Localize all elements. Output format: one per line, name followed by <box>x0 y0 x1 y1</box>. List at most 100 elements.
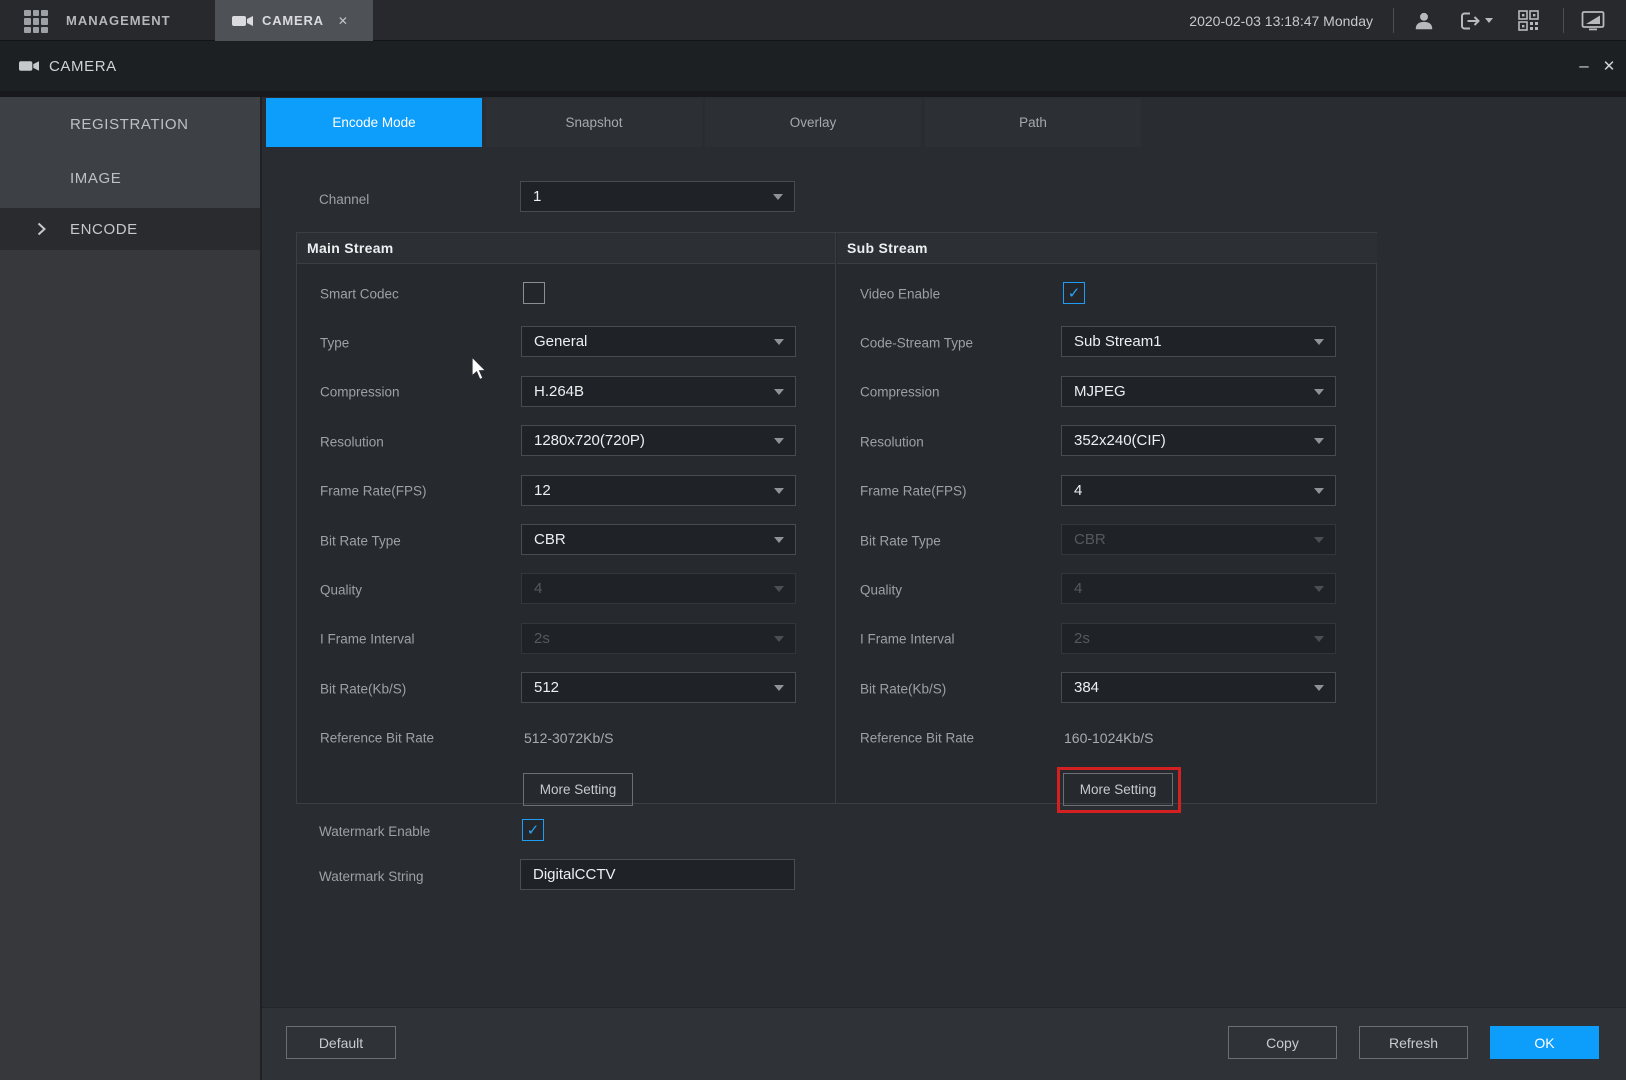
field-row-i-frame-interval: I Frame Interval2s <box>297 615 835 664</box>
more-setting-button[interactable]: More Setting <box>523 773 633 806</box>
close-icon[interactable]: ✕ <box>338 14 348 28</box>
top-bar: MANAGEMENT CAMERA ✕ 2020-02-03 13:18:47 … <box>0 0 1626 41</box>
field-label: I Frame Interval <box>860 632 955 647</box>
channel-label: Channel <box>319 192 369 207</box>
tab-snapshot[interactable]: Snapshot <box>486 98 702 147</box>
main-stream-title: Main Stream <box>297 233 835 264</box>
select-value: 1280x720(720P) <box>534 432 645 449</box>
sidebar-item-image[interactable]: IMAGE <box>0 151 260 205</box>
dropdown-arrow-icon <box>1314 685 1324 691</box>
i-frame-interval-select: 2s <box>521 623 796 654</box>
select-value: 4 <box>1074 482 1082 499</box>
stream-panels: Main Stream Smart CodecTypeGeneralCompre… <box>296 232 1377 804</box>
type-select[interactable]: General <box>521 326 796 357</box>
reference-bit-rate-value: 160-1024Kb/S <box>1064 730 1154 746</box>
sidebar-item-encode[interactable]: ENCODE <box>0 208 260 250</box>
resolution-select[interactable]: 352x240(CIF) <box>1061 425 1336 456</box>
frame-rate-fps-select[interactable]: 12 <box>521 475 796 506</box>
select-value: 2s <box>1074 630 1090 647</box>
field-label: Resolution <box>860 434 924 449</box>
user-icon[interactable] <box>1413 0 1435 41</box>
management-label[interactable]: MANAGEMENT <box>66 0 171 41</box>
select-value: General <box>534 333 587 350</box>
quality-select: 4 <box>521 573 796 604</box>
field-label: Bit Rate Type <box>320 533 401 548</box>
smart-codec-checkbox[interactable] <box>523 282 545 304</box>
apps-grid-icon[interactable] <box>24 10 48 33</box>
compression-select[interactable]: MJPEG <box>1061 376 1336 407</box>
default-button[interactable]: Default <box>286 1026 396 1059</box>
dropdown-arrow-icon <box>773 194 783 200</box>
tab-path[interactable]: Path <box>925 98 1141 147</box>
field-label: Smart Codec <box>320 286 399 301</box>
select-value: CBR <box>1074 531 1106 548</box>
chevron-right-icon <box>37 222 46 236</box>
field-label: Video Enable <box>860 286 940 301</box>
dropdown-arrow-icon <box>774 636 784 642</box>
minimize-icon[interactable]: – <box>1574 41 1594 91</box>
display-icon[interactable] <box>1581 0 1605 41</box>
bit-rate-kb-s-select[interactable]: 384 <box>1061 672 1336 703</box>
logout-icon[interactable] <box>1458 0 1482 41</box>
sidebar-item-label: ENCODE <box>70 221 138 238</box>
sidebar: REGISTRATION IMAGE ENCODE <box>0 97 260 1080</box>
code-stream-type-select[interactable]: Sub Stream1 <box>1061 326 1336 357</box>
dropdown-arrow-icon <box>1314 537 1324 543</box>
resolution-select[interactable]: 1280x720(720P) <box>521 425 796 456</box>
qr-code-icon[interactable] <box>1518 0 1539 41</box>
reference-bit-rate-value: 512-3072Kb/S <box>524 730 614 746</box>
select-value: 4 <box>1074 580 1082 597</box>
sidebar-item-registration[interactable]: REGISTRATION <box>0 97 260 151</box>
field-row-compression: CompressionMJPEG <box>837 368 1377 417</box>
sub-stream-panel: Sub Stream Video Enable✓Code-Stream Type… <box>837 233 1377 803</box>
tab-overlay[interactable]: Overlay <box>705 98 921 147</box>
field-label: Bit Rate(Kb/S) <box>320 681 406 696</box>
select-value: 4 <box>534 580 542 597</box>
field-row-resolution: Resolution 352x240(CIF) <box>837 417 1377 466</box>
watermark-string-input[interactable]: DigitalCCTV <box>520 859 795 890</box>
chevron-down-icon[interactable] <box>1485 0 1493 41</box>
watermark-enable-label: Watermark Enable <box>319 824 430 839</box>
dropdown-arrow-icon <box>1314 488 1324 494</box>
camera-tab-label: CAMERA <box>262 13 324 28</box>
window-title: CAMERA <box>49 58 117 75</box>
tab-encode-mode[interactable]: Encode Mode <box>266 98 482 147</box>
video-enable-checkbox[interactable]: ✓ <box>1063 282 1085 304</box>
dropdown-arrow-icon <box>1314 389 1324 395</box>
ok-button[interactable]: OK <box>1490 1026 1599 1059</box>
dropdown-arrow-icon <box>774 685 784 691</box>
dropdown-arrow-icon <box>1314 339 1324 345</box>
select-value: 2s <box>534 630 550 647</box>
field-label: Resolution <box>320 434 384 449</box>
select-value: 12 <box>534 482 551 499</box>
field-row-smart-codec: Smart Codec <box>297 269 835 318</box>
copy-button[interactable]: Copy <box>1228 1026 1337 1059</box>
watermark-enable-checkbox[interactable]: ✓ <box>522 819 544 841</box>
refresh-button[interactable]: Refresh <box>1359 1026 1468 1059</box>
field-label: Bit Rate Type <box>860 533 941 548</box>
dropdown-arrow-icon <box>774 488 784 494</box>
field-row-compression: CompressionH.264B <box>297 368 835 417</box>
field-row-i-frame-interval: I Frame Interval 2s <box>837 615 1377 664</box>
field-row-quality: Quality 4 <box>837 565 1377 614</box>
select-value: 384 <box>1074 679 1099 696</box>
more-setting-button[interactable]: More Setting <box>1063 773 1173 806</box>
field-label: Reference Bit Rate <box>860 731 974 746</box>
compression-select[interactable]: H.264B <box>521 376 796 407</box>
bit-rate-kb-s-select[interactable]: 512 <box>521 672 796 703</box>
close-icon[interactable]: ✕ <box>1599 41 1619 91</box>
field-label: Quality <box>320 583 362 598</box>
field-label: Quality <box>860 583 902 598</box>
channel-select[interactable]: 1 <box>520 181 795 212</box>
bit-rate-type-select[interactable]: CBR <box>521 524 796 555</box>
frame-rate-fps-select[interactable]: 4 <box>1061 475 1336 506</box>
field-row-bit-rate-type: Bit Rate Type CBR <box>297 516 835 565</box>
main-stream-body: Smart CodecTypeGeneralCompressionH.264BR… <box>297 265 835 812</box>
field-row-quality: Quality 4 <box>297 565 835 614</box>
dropdown-arrow-icon <box>774 438 784 444</box>
camera-icon <box>19 59 39 73</box>
dropdown-arrow-icon <box>1314 586 1324 592</box>
camera-tab[interactable]: CAMERA ✕ <box>215 0 373 41</box>
field-row-frame-rate-fps: Frame Rate(FPS)12 <box>297 467 835 516</box>
field-label: Bit Rate(Kb/S) <box>860 681 946 696</box>
